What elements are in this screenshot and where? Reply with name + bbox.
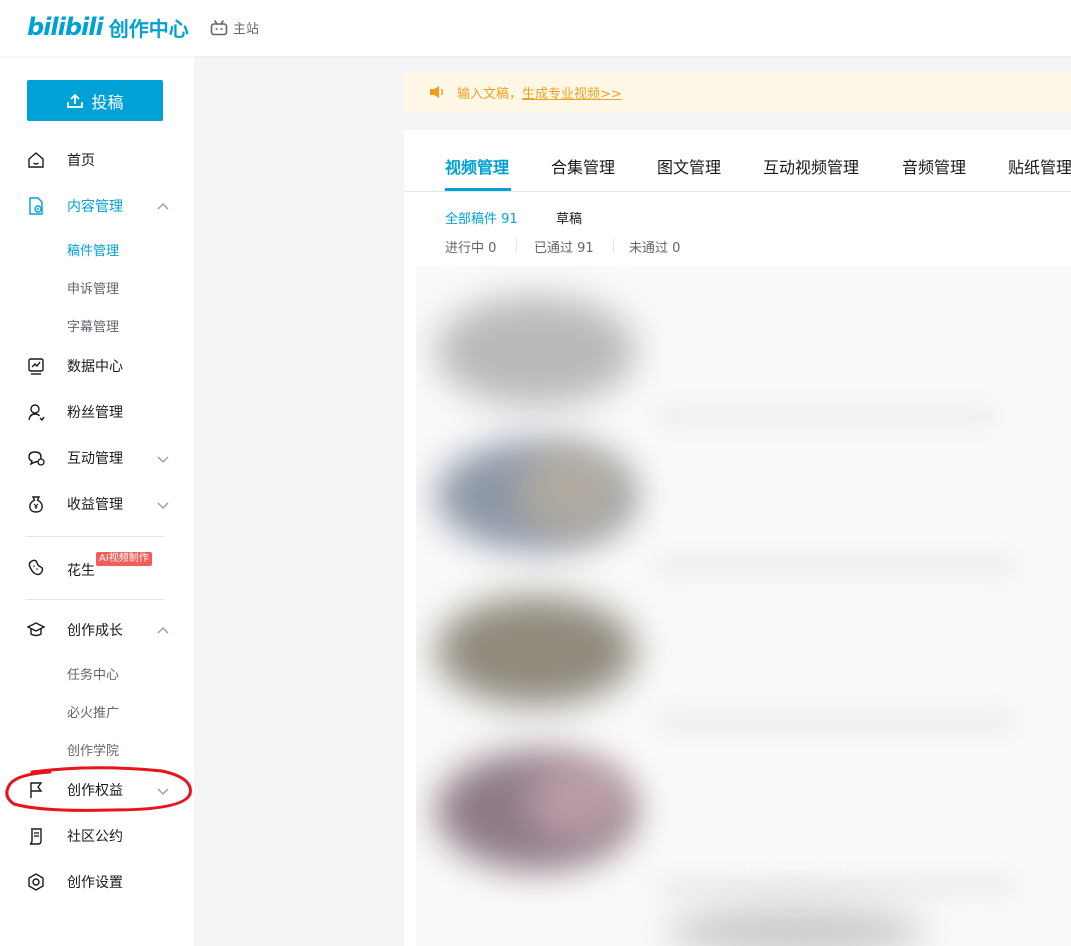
filter-in-progress[interactable]: 进行中 0	[445, 237, 496, 256]
upload-button[interactable]: 投稿	[27, 80, 163, 121]
chevron-up-icon[interactable]	[156, 200, 170, 214]
sidebar-item-label: 收益管理	[67, 497, 123, 513]
filter-all[interactable]: 全部稿件 91	[445, 208, 518, 227]
sidebar-item-interact[interactable]: 互动管理	[0, 438, 194, 478]
top-bar: bilibili 创作中心 主站	[0, 0, 1071, 56]
peanut-icon	[28, 559, 44, 576]
tab-collection[interactable]: 合集管理	[551, 154, 615, 178]
notice-bar: 输入文稿， 生成专业视频>>	[404, 72, 1071, 112]
sidebar-item-label: 创作设置	[67, 875, 123, 891]
sidebar-item-huasheng[interactable]: 花生 AI视频制作	[0, 547, 194, 587]
sidebar-subitem-academy[interactable]: 创作学院	[67, 740, 119, 759]
chevron-up-icon[interactable]	[156, 624, 170, 638]
sidebar-item-label: 互动管理	[67, 451, 123, 467]
sidebar-item-label: 创作权益	[67, 783, 123, 799]
sidebar: 投稿 首页 内容管理 稿件管理 申诉管理 字幕管理 数据中心 粉丝管理 互动管理…	[0, 56, 194, 946]
sidebar-item-rights[interactable]: 创作权益	[0, 770, 194, 810]
money-bag-icon	[29, 496, 43, 513]
main-site-label: 主站	[233, 22, 260, 37]
tab-article[interactable]: 图文管理	[657, 154, 721, 178]
sidebar-divider	[26, 536, 164, 537]
sidebar-subitem-subtitles[interactable]: 字幕管理	[67, 316, 119, 335]
sidebar-subitem-manuscripts[interactable]: 稿件管理	[67, 240, 119, 259]
video-thumbnail	[436, 596, 636, 706]
video-info-placeholder	[656, 556, 1016, 576]
video-thumbnail	[666, 906, 926, 946]
user-icon	[28, 404, 45, 422]
sidebar-item-label: 内容管理	[67, 199, 123, 215]
tab-interactive-video[interactable]: 互动视频管理	[763, 154, 859, 178]
home-icon	[28, 152, 44, 168]
chevron-down-icon[interactable]	[156, 452, 170, 466]
settings-icon	[28, 873, 44, 891]
sidebar-item-convention[interactable]: 社区公约	[0, 816, 194, 856]
sidebar-subitem-promotion[interactable]: 必火推广	[67, 702, 119, 721]
logo-title: 创作中心	[108, 16, 189, 41]
sidebar-item-fans[interactable]: 粉丝管理	[0, 392, 194, 432]
tab-video[interactable]: 视频管理	[445, 154, 509, 178]
filter-separator	[613, 238, 614, 252]
tab-sticker[interactable]: 贴纸管理	[1008, 154, 1071, 178]
tab-bar: 视频管理 合集管理 图文管理 互动视频管理 音频管理 贴纸管理	[404, 130, 1071, 192]
upload-icon	[67, 93, 84, 108]
video-info-placeholder	[656, 406, 996, 426]
sidebar-item-label: 创作成长	[67, 623, 123, 639]
upload-label: 投稿	[91, 92, 124, 112]
filter-draft[interactable]: 草稿	[556, 208, 582, 227]
sidebar-item-label: 数据中心	[67, 359, 123, 375]
sidebar-subitem-tasks[interactable]: 任务中心	[67, 664, 119, 683]
video-info-placeholder	[656, 711, 1016, 731]
sidebar-item-home[interactable]: 首页	[0, 140, 194, 180]
chevron-down-icon[interactable]	[156, 784, 170, 798]
filter-rejected[interactable]: 未通过 0	[629, 237, 680, 256]
graduation-cap-icon	[26, 622, 46, 637]
chat-bubble-icon	[28, 451, 45, 466]
active-tab-indicator	[445, 188, 511, 191]
logo-wordmark: bilibili	[27, 13, 104, 41]
document-icon	[29, 197, 43, 215]
chart-icon	[28, 358, 44, 375]
filter-separator	[516, 238, 517, 252]
video-info-placeholder	[656, 876, 1016, 896]
filter-passed[interactable]: 已通过 91	[534, 237, 594, 256]
sidebar-item-label: 花生	[67, 563, 95, 579]
ai-video-badge: AI视频制作	[96, 552, 152, 566]
video-thumbnail	[436, 296, 636, 406]
main-site-link[interactable]: 主站	[210, 18, 259, 37]
sidebar-item-label: 首页	[67, 153, 95, 169]
flag-icon	[30, 782, 43, 798]
sidebar-item-label: 粉丝管理	[67, 405, 123, 421]
video-list-blurred	[416, 266, 1071, 946]
sidebar-divider	[26, 599, 164, 600]
notice-text: 输入文稿，	[457, 86, 523, 102]
tv-icon	[210, 19, 228, 35]
sidebar-item-data[interactable]: 数据中心	[0, 346, 194, 386]
bilibili-logo[interactable]: bilibili 创作中心	[27, 12, 189, 42]
sidebar-item-growth[interactable]: 创作成长	[0, 610, 194, 650]
chevron-down-icon[interactable]	[156, 498, 170, 512]
sidebar-item-content[interactable]: 内容管理	[0, 186, 194, 226]
notice-link[interactable]: 生成专业视频>>	[522, 83, 622, 102]
speaker-icon	[430, 86, 443, 98]
tab-audio[interactable]: 音频管理	[902, 154, 966, 178]
scroll-document-icon	[29, 828, 42, 845]
sidebar-item-income[interactable]: 收益管理	[0, 484, 194, 524]
sidebar-item-label: 社区公约	[67, 829, 123, 845]
video-thumbnail-highlight	[526, 761, 626, 841]
sidebar-subitem-appeals[interactable]: 申诉管理	[67, 278, 119, 297]
sidebar-item-settings[interactable]: 创作设置	[0, 862, 194, 902]
video-thumbnail-highlight	[516, 446, 626, 536]
